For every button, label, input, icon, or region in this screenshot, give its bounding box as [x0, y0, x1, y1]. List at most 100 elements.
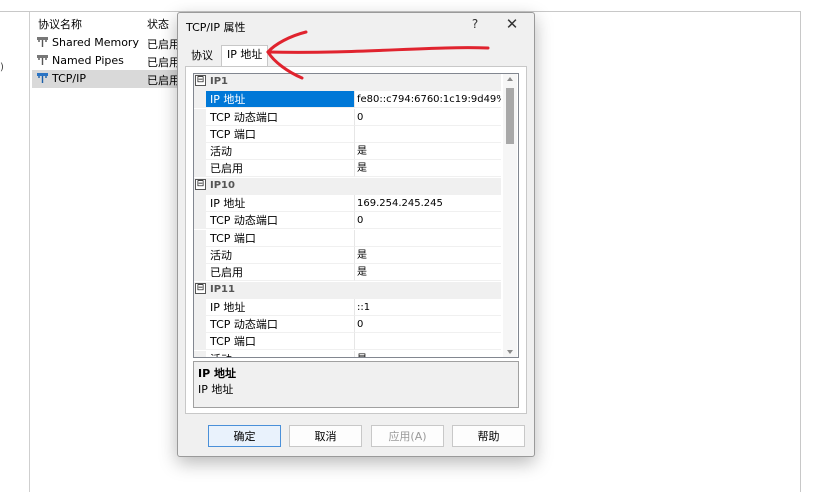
property-row[interactable]: TCP 动态端口 0 [194, 108, 501, 126]
protocol-status: 已启用 [147, 74, 180, 87]
scroll-up-icon[interactable] [507, 77, 513, 81]
dialog-titlebar[interactable]: TCP/IP 属性 ? ✕ [178, 13, 534, 39]
tab-ip-address[interactable]: IP 地址 [221, 45, 269, 66]
column-header-name[interactable]: 协议名称 [38, 16, 82, 32]
property-row[interactable]: IP 地址::1 [194, 298, 501, 316]
property-key: 活动 [206, 143, 354, 161]
property-value[interactable] [354, 125, 501, 143]
left-tree-pane [0, 12, 30, 492]
protocol-row-shared-memory[interactable]: Shared Memory 已启用 [32, 34, 180, 52]
column-header-status[interactable]: 状态 [147, 16, 169, 32]
description-text: IP 地址 [198, 383, 234, 396]
property-row-gutter [194, 264, 206, 282]
ip-group-header[interactable]: ⊟ IP11 [194, 281, 501, 299]
apply-button[interactable]: 应用(A) [371, 425, 444, 447]
property-value[interactable]: 是 [354, 246, 501, 264]
tcpip-properties-dialog: TCP/IP 属性 ? ✕ 协议 IP 地址 ⊟ IP1 IP 地址 fe80::c7… [177, 12, 535, 457]
protocol-name: TCP/IP [52, 72, 86, 85]
property-grid-rows: ⊟IP1IP 地址fe80::c794:6760:1c19:9d49%11TCP… [194, 74, 501, 357]
cancel-button[interactable]: 取消 [289, 425, 362, 447]
property-value[interactable]: 是 [354, 264, 501, 282]
protocol-plug-icon [37, 73, 48, 83]
property-key: IP 地址 [206, 299, 354, 316]
property-row[interactable]: 活动是 [194, 350, 501, 357]
property-row-gutter [194, 195, 206, 213]
property-key: TCP 动态端口 [206, 316, 354, 334]
property-key: TCP 端口 [206, 126, 354, 143]
property-row[interactable]: 已启用是 [194, 160, 501, 178]
protocol-row-named-pipes[interactable]: Named Pipes 已启用 [32, 52, 180, 70]
property-row[interactable]: TCP 动态端口 0 [194, 212, 501, 230]
property-value[interactable]: 是 [354, 350, 501, 357]
window-right-border [800, 11, 801, 492]
property-key: 已启用 [206, 160, 354, 178]
ip-group-name: IP10 [210, 179, 235, 191]
ok-button[interactable]: 确定 [208, 425, 281, 447]
property-key: TCP 动态端口 [206, 109, 354, 126]
help-button[interactable]: 帮助 [452, 425, 525, 447]
ip-group-name: IP11 [210, 283, 235, 295]
collapse-toggle-icon[interactable]: ⊟ [195, 178, 206, 190]
property-row-gutter [194, 316, 206, 334]
left-pane-fragment: ) [0, 62, 4, 73]
protocol-plug-icon [37, 55, 48, 65]
property-row[interactable]: IP 地址 169.254.245.245 [194, 195, 501, 213]
property-key: 活动 [206, 351, 354, 357]
property-key: TCP 动态端口 [206, 212, 354, 230]
help-icon[interactable]: ? [467, 17, 483, 31]
property-row-gutter [194, 298, 206, 316]
property-key: 活动 [206, 247, 354, 264]
property-row[interactable]: 活动是 [194, 143, 501, 161]
property-key: IP 地址 [206, 195, 354, 213]
property-value[interactable]: 0 [354, 212, 501, 230]
protocol-name: Named Pipes [52, 54, 124, 67]
property-row[interactable]: TCP 端口 [194, 125, 501, 143]
property-row[interactable]: IP 地址fe80::c794:6760:1c19:9d49%11 [194, 91, 501, 109]
property-value[interactable] [354, 333, 501, 351]
tab-protocol[interactable]: 协议 [191, 47, 213, 65]
property-value[interactable]: 0 [354, 316, 501, 334]
property-value[interactable]: 0 [354, 108, 501, 126]
property-row-gutter [194, 143, 206, 161]
property-value[interactable]: 169.254.245.245 [354, 195, 501, 213]
property-row[interactable]: 已启用是 [194, 264, 501, 282]
property-value[interactable]: 是 [354, 143, 501, 161]
property-value[interactable]: fe80::c794:6760:1c19:9d49%11 [354, 91, 501, 109]
property-row-gutter [194, 229, 206, 247]
property-row-gutter [194, 246, 206, 264]
ip-group-header[interactable]: ⊟ IP10 [194, 177, 501, 196]
property-row-gutter [194, 212, 206, 230]
property-key: IP 地址 [206, 91, 354, 109]
protocol-name: Shared Memory [52, 36, 139, 49]
property-row[interactable]: TCP 端口 [194, 229, 501, 247]
collapse-toggle-icon[interactable]: ⊟ [195, 75, 206, 86]
property-row[interactable]: TCP 端口 [194, 333, 501, 351]
collapse-toggle-icon[interactable]: ⊟ [195, 282, 206, 294]
ip-group-name: IP1 [210, 76, 229, 87]
property-value[interactable]: 是 [354, 160, 501, 178]
ip-group-header[interactable]: ⊟ IP1 [194, 74, 501, 92]
property-row-gutter [194, 125, 206, 143]
property-row[interactable]: 活动是 [194, 246, 501, 264]
close-icon[interactable]: ✕ [502, 15, 522, 33]
property-row-gutter [194, 91, 206, 109]
scrollbar-thumb[interactable] [506, 88, 514, 144]
protocol-row-tcpip[interactable]: TCP/IP 已启用 [32, 70, 180, 88]
protocol-status: 已启用 [147, 56, 180, 69]
ip-address-tab-panel: ⊟IP1IP 地址fe80::c794:6760:1c19:9d49%11TCP… [185, 66, 527, 414]
description-title: IP 地址 [198, 367, 236, 380]
dialog-title: TCP/IP 属性 [186, 21, 246, 34]
property-description-box: IP 地址 IP 地址 [193, 361, 519, 408]
protocol-plug-icon [37, 37, 48, 47]
property-row-gutter [194, 350, 206, 357]
property-grid: ⊟IP1IP 地址fe80::c794:6760:1c19:9d49%11TCP… [193, 73, 519, 358]
property-value[interactable]: ::1 [354, 298, 501, 316]
property-key: TCP 端口 [206, 333, 354, 351]
property-row[interactable]: TCP 动态端口 0 [194, 316, 501, 334]
property-row-gutter [194, 108, 206, 126]
property-row-gutter [194, 333, 206, 351]
property-grid-scrollbar[interactable] [503, 74, 517, 357]
scroll-down-icon[interactable] [507, 350, 513, 354]
property-value[interactable] [354, 229, 501, 247]
property-key: TCP 端口 [206, 230, 354, 247]
